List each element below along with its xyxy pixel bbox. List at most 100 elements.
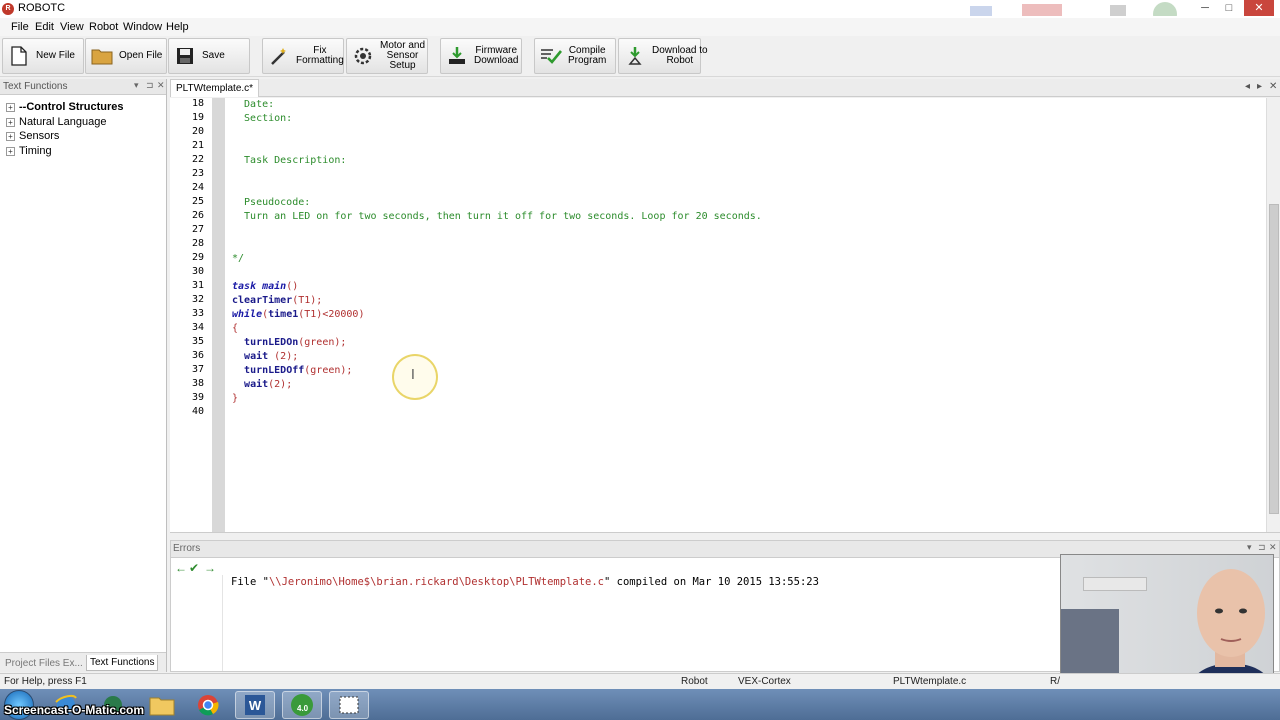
open-file-button[interactable]: Open File — [85, 38, 167, 74]
status-file: PLTWtemplate.c — [893, 676, 967, 687]
function-call: clearTimer — [232, 295, 293, 306]
code-line: Pseudocode: — [232, 197, 311, 208]
open-file-label: Open File — [119, 50, 163, 61]
expand-icon[interactable]: + — [6, 117, 15, 127]
minimize-button[interactable]: ─ — [1194, 0, 1216, 16]
taskbar-folder-icon[interactable] — [142, 691, 182, 719]
tree-item-control-structures[interactable]: + --Control Structures — [6, 100, 124, 114]
function-call: wait — [244, 351, 269, 362]
function-name: main — [262, 281, 287, 292]
taskbar-robotc-icon[interactable]: 4.0 — [282, 691, 322, 719]
tab-close-icon[interactable]: ✕ — [1269, 81, 1277, 92]
panel-dropdown-icon[interactable]: ▾ — [134, 80, 139, 91]
text-functions-panel: Text Functions ▾ ⊐ ✕ + --Control Structu… — [0, 79, 167, 672]
menu-robot[interactable]: Robot — [89, 21, 118, 33]
fix-formatting-button[interactable]: Fix Formatting — [262, 38, 344, 74]
panel-header: Text Functions ▾ ⊐ ✕ — [0, 79, 166, 95]
taskbar-chrome-icon[interactable] — [188, 691, 228, 719]
windows-taskbar: W 4.0 — [0, 689, 1280, 720]
code-line: while(time1(T1)<20000) — [232, 308, 364, 322]
save-button[interactable]: Save — [168, 38, 250, 74]
compile-program-button[interactable]: Compile Program — [534, 38, 616, 74]
scrollbar-thumb[interactable] — [1269, 204, 1279, 514]
menu-view[interactable]: View — [60, 21, 84, 33]
editor-tab-bar: PLTWtemplate.c* ◂ ▸ ✕ — [170, 79, 1280, 97]
editor-vertical-scrollbar[interactable] — [1266, 98, 1280, 532]
taskbar-screen-capture-icon[interactable] — [329, 691, 369, 719]
line-number: 36 — [191, 350, 204, 361]
line-number: 39 — [191, 392, 204, 403]
code-editor[interactable]: 18 19 20 21 22 23 24 25 26 27 28 29 30 3… — [170, 98, 1280, 532]
line-number-gutter: 18 19 20 21 22 23 24 25 26 27 28 29 30 3… — [170, 98, 212, 532]
gear-icon — [352, 45, 374, 67]
menu-window[interactable]: Window — [123, 21, 162, 33]
line-number: 18 — [191, 98, 204, 109]
save-label: Save — [202, 50, 225, 61]
expand-icon[interactable]: + — [6, 146, 15, 156]
close-button[interactable]: ✕ — [1244, 0, 1274, 16]
menu-file[interactable]: File — [11, 21, 29, 33]
tab-project-files[interactable]: Project Files Ex... — [2, 655, 86, 671]
panel-pin-icon[interactable]: ⊐ — [146, 80, 154, 91]
tree-item-timing[interactable]: + Timing — [6, 144, 52, 158]
tree-item-label: --Control Structures — [19, 101, 124, 113]
code-line: { — [232, 323, 239, 334]
maximize-button[interactable]: □ — [1218, 0, 1240, 16]
background-window-thumbnails — [970, 2, 1177, 16]
panel-close-icon[interactable]: ✕ — [157, 80, 165, 91]
firmware-download-button[interactable]: Firmware Download — [440, 38, 522, 74]
code-line: wait (2); — [232, 350, 298, 364]
tab-scroll-left-icon[interactable]: ◂ — [1245, 81, 1250, 92]
errors-close-icon[interactable]: ✕ — [1269, 542, 1277, 553]
panel-splitter[interactable] — [170, 532, 1280, 540]
line-number: 38 — [191, 378, 204, 389]
expand-icon[interactable]: + — [6, 102, 15, 112]
code-text[interactable]: Date: Section: Task Description: Pseudoc… — [232, 98, 1262, 532]
motor-sensor-setup-label: Motor and Sensor Setup — [380, 40, 426, 71]
tab-pltwtemplate[interactable]: PLTWtemplate.c* — [170, 79, 260, 97]
errors-pin-icon[interactable]: ⊐ — [1258, 542, 1266, 553]
menu-edit[interactable]: Edit — [35, 21, 54, 33]
magic-wand-icon — [268, 45, 290, 67]
toolbar: New File Open File Save Fix Formatting M… — [0, 36, 1280, 77]
checkmark-icon[interactable]: ✔ — [189, 561, 199, 575]
errors-dropdown-icon[interactable]: ▾ — [1247, 542, 1252, 553]
folder-icon — [91, 45, 113, 67]
status-platform: VEX-Cortex — [738, 676, 791, 687]
line-number: 24 — [191, 182, 204, 193]
line-number: 33 — [191, 308, 204, 319]
screencast-watermark: Screencast-O-Matic.com — [4, 703, 145, 717]
new-file-button[interactable]: New File — [2, 38, 84, 74]
line-number: 40 — [191, 406, 204, 417]
new-file-icon — [8, 45, 30, 67]
code-line: Date: — [232, 99, 275, 110]
tab-scroll-right-icon[interactable]: ▸ — [1257, 81, 1262, 92]
next-error-icon[interactable]: → — [204, 561, 216, 575]
tree-item-sensors[interactable]: + Sensors — [6, 129, 59, 143]
tree-item-natural-language[interactable]: + Natural Language — [6, 115, 106, 129]
line-number: 21 — [191, 140, 204, 151]
download-to-robot-button[interactable]: Download to Robot — [618, 38, 708, 74]
mouse-cursor-highlight — [392, 354, 438, 400]
line-number: 35 — [191, 336, 204, 347]
robotc-logo-icon: R — [2, 3, 14, 15]
line-number: 20 — [191, 126, 204, 137]
code-line: Turn an LED on for two seconds, then tur… — [232, 211, 762, 222]
menu-help[interactable]: Help — [166, 21, 189, 33]
line-number: 34 — [191, 322, 204, 333]
code-token: (green); — [298, 337, 347, 348]
tab-text-functions-label: Text Functions — [90, 657, 155, 668]
taskbar-word-icon[interactable]: W — [235, 691, 275, 719]
tab-text-functions[interactable]: Text Functions — [86, 655, 159, 671]
motor-sensor-setup-button[interactable]: Motor and Sensor Setup — [346, 38, 428, 74]
compile-checkmark-icon — [540, 45, 562, 67]
window-title: ROBOTC — [18, 2, 66, 14]
webcam-wall-poster — [1083, 577, 1147, 591]
keyword: task — [232, 281, 257, 292]
expand-icon[interactable]: + — [6, 131, 15, 141]
line-number: 26 — [191, 210, 204, 221]
code-token: (2); — [268, 379, 293, 390]
previous-error-icon[interactable]: ← — [175, 561, 187, 575]
left-panel-tabs: Project Files Ex... Text Functions — [0, 652, 166, 672]
file-path: \\Jeronimo\Home$\brian.rickard\Desktop\P… — [268, 576, 604, 588]
